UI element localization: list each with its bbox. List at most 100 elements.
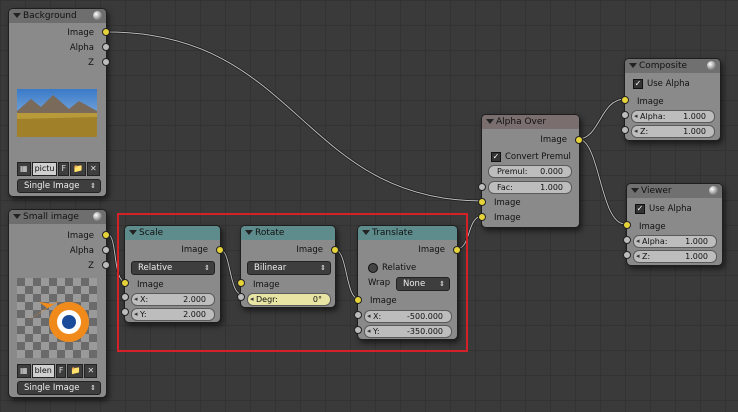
checkbox-label: Use Alpha <box>647 79 690 89</box>
composite-alpha-field[interactable]: ◂ Alpha: 1.000 <box>631 110 715 123</box>
collapse-icon[interactable] <box>13 214 21 219</box>
composite-node[interactable]: Composite ✓ Use Alpha Image ◂ Alpha: 1.00… <box>624 58 721 141</box>
checkmark-icon: ✓ <box>635 203 645 214</box>
output-label: Z <box>88 261 94 271</box>
open-file-icon[interactable]: 📁 <box>67 364 84 378</box>
collapse-icon[interactable] <box>486 119 494 124</box>
field-label: Fac: <box>497 183 513 192</box>
collapse-icon[interactable] <box>629 63 637 68</box>
node-title: Background <box>23 11 77 21</box>
checkbox-label: Use Alpha <box>649 204 692 214</box>
viewer-z-field[interactable]: ◂ Z: 1.000 <box>633 250 717 263</box>
collapse-icon[interactable] <box>13 13 21 18</box>
link-alphaover-to-viewer <box>577 137 626 226</box>
input-socket-z[interactable] <box>621 126 629 134</box>
output-label: Z <box>88 58 94 68</box>
node-header[interactable]: Small image <box>9 210 106 224</box>
image-preview <box>17 278 97 358</box>
decrement-icon[interactable]: ◂ <box>636 251 640 262</box>
output-socket-z[interactable] <box>102 261 110 269</box>
decrement-icon[interactable]: ◂ <box>634 111 638 122</box>
viewer-node[interactable]: Viewer ✓ Use Alpha Image ◂ Alpha: 1.000 ◂… <box>626 183 723 266</box>
input-socket-image[interactable] <box>623 221 631 229</box>
viewer-alpha-field[interactable]: ◂ Alpha: 1.000 <box>633 235 717 248</box>
image-preview <box>17 89 97 137</box>
image-source-select[interactable]: Single Image ⇕ <box>17 381 101 395</box>
preview-sphere-icon[interactable] <box>93 212 102 221</box>
node-title: Alpha Over <box>496 117 547 127</box>
preview-sphere-icon[interactable] <box>707 61 716 70</box>
input-socket-alpha[interactable] <box>623 236 631 244</box>
output-socket-alpha[interactable] <box>102 246 110 254</box>
node-title: Composite <box>639 61 688 71</box>
premul-field[interactable]: Premul: 0.000 <box>488 165 572 178</box>
output-socket-z[interactable] <box>102 58 110 66</box>
output-label: Image <box>67 231 94 241</box>
close-icon[interactable]: ✕ <box>84 364 98 378</box>
field-value: 1.000 <box>683 112 706 121</box>
image-name-field[interactable]: pictu <box>31 162 58 176</box>
node-header[interactable]: Background <box>9 9 106 23</box>
input-socket-z[interactable] <box>623 251 631 259</box>
input-socket-image[interactable] <box>621 96 629 104</box>
alpha-over-node[interactable]: Alpha Over Image ✓ Convert Premul Premul:… <box>481 114 580 228</box>
preview-sphere-icon[interactable] <box>709 186 718 195</box>
input-socket-image-1[interactable] <box>478 198 486 206</box>
field-label: Premul: <box>497 167 528 176</box>
input-label: Image <box>494 198 521 208</box>
blender-logo-thumbnail <box>17 278 97 358</box>
fac-field[interactable]: Fac: 1.000 <box>488 181 572 194</box>
node-header[interactable]: Alpha Over <box>482 115 579 129</box>
convert-premul-checkbox[interactable]: ✓ Convert Premul <box>491 151 571 163</box>
field-label: Alpha: <box>640 112 666 121</box>
image-browse-icon[interactable]: ▦ <box>17 364 31 378</box>
input-label: Image <box>494 213 521 223</box>
collapse-icon[interactable] <box>631 188 639 193</box>
image-name-field[interactable]: blen <box>31 364 55 378</box>
use-alpha-checkbox[interactable]: ✓ Use Alpha <box>635 203 692 215</box>
output-socket-image[interactable] <box>102 231 110 239</box>
field-label: Z: <box>640 127 649 136</box>
input-socket-alpha[interactable] <box>621 111 629 119</box>
output-label: Image <box>540 135 567 145</box>
input-label: Image <box>639 222 666 232</box>
field-label: Alpha: <box>642 237 668 246</box>
input-socket-fac[interactable] <box>478 183 486 191</box>
checkmark-icon: ✓ <box>633 78 643 89</box>
background-node[interactable]: Background Image Alpha Z ▦ pictu F 📁 ✕ S… <box>8 8 107 197</box>
node-header[interactable]: Composite <box>625 59 720 73</box>
image-source-select[interactable]: Single Image ⇕ <box>17 179 101 193</box>
output-socket-image[interactable] <box>102 28 110 36</box>
input-socket-image-2[interactable] <box>478 213 486 221</box>
input-label: Image <box>637 97 664 107</box>
node-title: Viewer <box>641 186 672 196</box>
node-header[interactable]: Viewer <box>627 184 722 198</box>
select-arrows-icon: ⇕ <box>90 182 96 190</box>
output-socket-image[interactable] <box>575 136 583 144</box>
checkmark-icon: ✓ <box>491 151 501 162</box>
field-value: 0.000 <box>540 167 563 176</box>
landscape-thumbnail <box>17 89 97 137</box>
small-image-node[interactable]: Small image Image Alpha Z ▦ blen F 📁 ✕ S… <box>8 209 107 398</box>
field-value: 1.000 <box>685 252 708 261</box>
field-value: 1.000 <box>683 127 706 136</box>
close-icon[interactable]: ✕ <box>87 162 100 176</box>
select-value: Single Image <box>24 181 80 191</box>
output-socket-alpha[interactable] <box>102 43 110 51</box>
output-label: Alpha <box>69 43 94 53</box>
composite-z-field[interactable]: ◂ Z: 1.000 <box>631 125 715 138</box>
decrement-icon[interactable]: ◂ <box>636 236 640 247</box>
fake-user-button[interactable]: F <box>58 162 70 176</box>
selection-highlight-rectangle <box>117 213 468 352</box>
decrement-icon[interactable]: ◂ <box>634 126 638 137</box>
select-value: Single Image <box>24 383 80 393</box>
output-label: Alpha <box>69 246 94 256</box>
link-background-to-alphaover <box>106 30 484 203</box>
preview-sphere-icon[interactable] <box>93 11 102 20</box>
open-file-icon[interactable]: 📁 <box>70 162 87 176</box>
select-arrows-icon: ⇕ <box>90 384 96 392</box>
use-alpha-checkbox[interactable]: ✓ Use Alpha <box>633 78 690 90</box>
image-browse-bar: ▦ blen F 📁 ✕ <box>17 364 98 378</box>
fake-user-button[interactable]: F <box>55 364 67 378</box>
image-browse-icon[interactable]: ▦ <box>17 162 31 176</box>
